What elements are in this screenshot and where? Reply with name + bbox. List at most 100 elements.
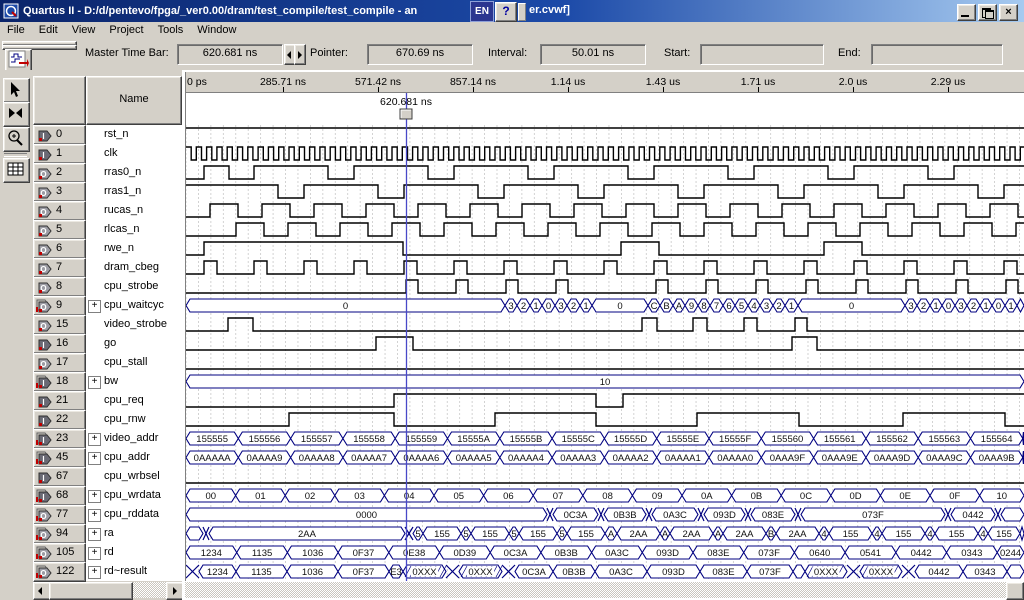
- signal-handle-button[interactable]: O122: [33, 562, 86, 582]
- start-field[interactable]: [700, 44, 824, 65]
- wave-rwe_n[interactable]: [186, 242, 1024, 255]
- signal-handle-button[interactable]: I21: [33, 391, 86, 411]
- wave-cpu_strobe[interactable]: [186, 280, 1024, 293]
- signal-row-cpu_strobe[interactable]: O8cpu_strobe: [31, 277, 182, 296]
- signal-handle-button[interactable]: O8: [33, 277, 86, 297]
- menu-project[interactable]: Project: [102, 23, 150, 38]
- signal-row-cpu_wrdata[interactable]: I68+cpu_wrdata: [31, 486, 182, 505]
- wave-rd[interactable]: 1234113510360F370E380D390C3A0B3B0A3C093D…: [186, 546, 1024, 559]
- wave-rucas_n[interactable]: [186, 204, 1024, 217]
- signal-row-dram_cbeg[interactable]: O7dram_cbeg: [31, 258, 182, 277]
- signal-handle-button[interactable]: I16: [33, 334, 86, 354]
- expand-icon[interactable]: +: [88, 452, 101, 465]
- signal-handle-button[interactable]: I18: [33, 372, 86, 392]
- signal-handle-button[interactable]: O105: [33, 543, 86, 563]
- menu-edit[interactable]: Edit: [32, 23, 65, 38]
- menu-tools[interactable]: Tools: [151, 23, 191, 38]
- signal-row-go[interactable]: I16go: [31, 334, 182, 353]
- close-button[interactable]: ×: [999, 4, 1018, 21]
- wave-cpu_wrdata[interactable]: 000102030405060708090A0B0C0D0E0F10: [186, 489, 1024, 502]
- master-time-spin-right[interactable]: [294, 44, 306, 65]
- help-button[interactable]: ?: [495, 2, 517, 22]
- signal-handle-button[interactable]: I1: [33, 144, 86, 164]
- signal-row-rd~result[interactable]: O122+rd~result: [31, 562, 182, 581]
- waveform-canvas[interactable]: 0 ps285.71 ns571.42 ns857.14 ns1.14 us1.…: [185, 72, 1024, 581]
- signal-row-bw[interactable]: I18+bw: [31, 372, 182, 391]
- wave-rras0_n[interactable]: [186, 166, 1024, 179]
- signal-handle-button[interactable]: O15: [33, 315, 86, 335]
- signal-handle-button[interactable]: I45: [33, 448, 86, 468]
- signal-handle-button[interactable]: O94: [33, 524, 86, 544]
- signal-handle-button[interactable]: O3: [33, 182, 86, 202]
- title-bar[interactable]: Quartus II - D:/d/pentevo/fpga/_ver0.00/…: [0, 0, 1024, 22]
- end-field[interactable]: [871, 44, 1003, 65]
- expand-icon[interactable]: +: [88, 433, 101, 446]
- signal-handle-button[interactable]: I68: [33, 486, 86, 506]
- signal-handle-button[interactable]: O4: [33, 201, 86, 221]
- expand-icon[interactable]: +: [88, 376, 101, 389]
- wave-cpu_addr[interactable]: 0AAAAA0AAAA90AAAA80AAAA70AAAA60AAAA50AAA…: [186, 451, 1024, 464]
- wave-ra[interactable]: 2AA5155515551555155A2AAA2AAA2AAB2AA41554…: [186, 527, 1024, 540]
- signal-handle-button[interactable]: O7: [33, 258, 86, 278]
- expand-icon[interactable]: +: [88, 509, 101, 522]
- signal-handle-button[interactable]: I22: [33, 410, 86, 430]
- scrollbar-end-box[interactable]: [1006, 582, 1024, 600]
- edit-tool-button[interactable]: [3, 102, 30, 127]
- signal-row-rucas_n[interactable]: O4rucas_n: [31, 201, 182, 220]
- wave-clk[interactable]: [186, 147, 1024, 160]
- menu-file[interactable]: File: [0, 23, 32, 38]
- signal-row-video_addr[interactable]: I23+video_addr: [31, 429, 182, 448]
- signal-handle-button[interactable]: O2: [33, 163, 86, 183]
- signal-handle-button[interactable]: I0: [33, 125, 86, 145]
- signal-row-rlcas_n[interactable]: O5rlcas_n: [31, 220, 182, 239]
- wave-rras1_n[interactable]: [186, 185, 1024, 198]
- signal-row-video_strobe[interactable]: O15video_strobe: [31, 315, 182, 334]
- signal-handle-button[interactable]: O6: [33, 239, 86, 259]
- restore-button[interactable]: [978, 4, 997, 21]
- scrollbar-thumb[interactable]: [49, 582, 133, 600]
- signal-row-cpu_addr[interactable]: I45+cpu_addr: [31, 448, 182, 467]
- language-bar-grip[interactable]: [518, 3, 526, 21]
- signal-handle-button[interactable]: O5: [33, 220, 86, 240]
- signal-handle-button[interactable]: O9: [33, 296, 86, 316]
- master-time-bar-field[interactable]: 620.681 ns: [177, 44, 283, 65]
- signal-row-ra[interactable]: O94+ra: [31, 524, 182, 543]
- wave-video_strobe[interactable]: [186, 318, 1024, 331]
- menu-view[interactable]: View: [65, 23, 103, 38]
- expand-icon[interactable]: +: [88, 566, 101, 579]
- wave-video_addr[interactable]: 15555515555615555715555815555915555A1555…: [186, 432, 1024, 445]
- grid-tool-button[interactable]: [3, 158, 30, 183]
- wave-rlcas_n[interactable]: [186, 223, 1024, 236]
- expand-icon[interactable]: +: [88, 300, 101, 313]
- signal-row-cpu_waitcyc[interactable]: O9+cpu_waitcyc: [31, 296, 182, 315]
- signal-row-clk[interactable]: I1clk: [31, 144, 182, 163]
- signal-row-rras1_n[interactable]: O3rras1_n: [31, 182, 182, 201]
- signal-row-cpu_wrbsel[interactable]: I67cpu_wrbsel: [31, 467, 182, 486]
- signal-row-cpu_rnw[interactable]: I22cpu_rnw: [31, 410, 182, 429]
- language-indicator[interactable]: EN: [470, 1, 494, 22]
- signal-row-rd[interactable]: O105+rd: [31, 543, 182, 562]
- expand-icon[interactable]: +: [88, 528, 101, 541]
- signal-row-rras0_n[interactable]: O2rras0_n: [31, 163, 182, 182]
- zoom-tool-button[interactable]: [3, 127, 30, 152]
- wave-cpu_req[interactable]: [186, 394, 1024, 407]
- wave-go[interactable]: [186, 337, 1024, 350]
- signal-handle-button[interactable]: I23: [33, 429, 86, 449]
- wave-bw[interactable]: 10: [186, 375, 1024, 388]
- signal-handle-button[interactable]: O17: [33, 353, 86, 373]
- expand-icon[interactable]: +: [88, 547, 101, 560]
- signal-row-rwe_n[interactable]: O6rwe_n: [31, 239, 182, 258]
- menu-window[interactable]: Window: [190, 23, 243, 38]
- wave-rd~result[interactable]: 1234113510360F37E30XXX0XXX0C3A0B3B0A3C09…: [186, 565, 1024, 578]
- selection-tool-button[interactable]: [3, 78, 30, 103]
- signal-row-cpu_stall[interactable]: O17cpu_stall: [31, 353, 182, 372]
- wave-cpu_rddata[interactable]: 00000C3A0B3B0A3C093D083E073F0442: [186, 508, 1024, 521]
- name-panel-hscrollbar[interactable]: [33, 582, 182, 598]
- minimize-button[interactable]: [957, 4, 976, 21]
- signal-handle-button[interactable]: O77: [33, 505, 86, 525]
- wave-cpu_rnw[interactable]: [186, 413, 1024, 426]
- wave-hscrollbar-track[interactable]: [185, 582, 1024, 598]
- expand-icon[interactable]: +: [88, 490, 101, 503]
- wave-dram_cbeg[interactable]: [186, 261, 1024, 274]
- signal-row-rst_n[interactable]: I0rst_n: [31, 125, 182, 144]
